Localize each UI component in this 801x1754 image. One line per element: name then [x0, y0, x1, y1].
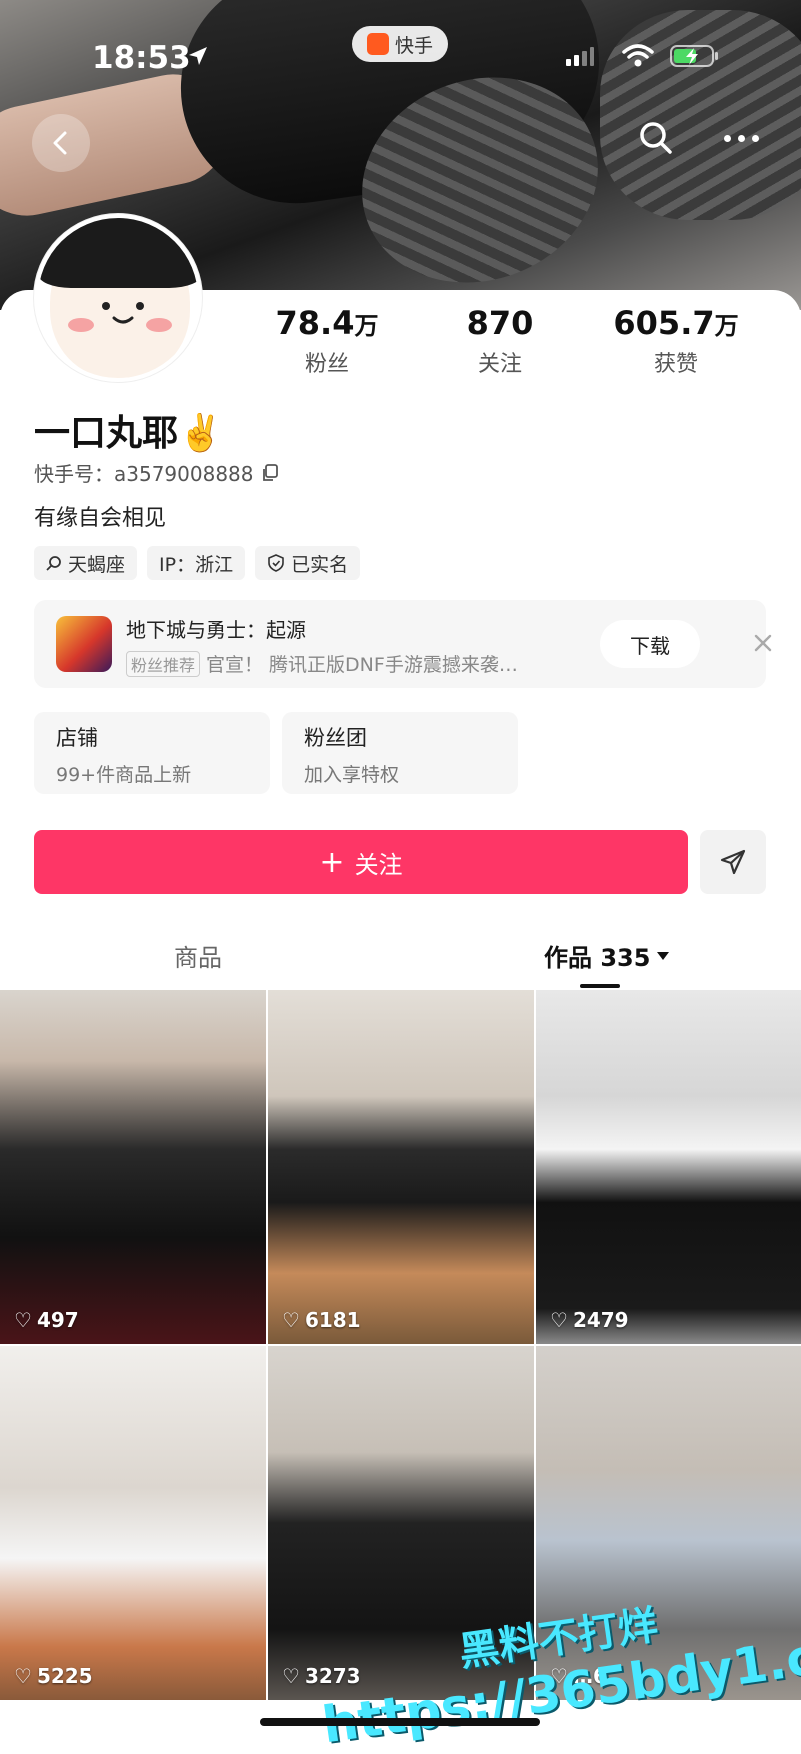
stat-following[interactable]: 870 关注	[440, 304, 560, 378]
plus-icon: +	[319, 844, 345, 880]
heart-icon: ♡	[282, 1664, 300, 1688]
tag-ip: IP：浙江	[147, 546, 246, 580]
signal-icon	[566, 47, 594, 66]
more-options-button[interactable]	[716, 118, 766, 158]
app-indicator[interactable]: 快手	[352, 26, 448, 62]
kuaishou-id[interactable]: 快手号：a3579008888	[34, 458, 280, 487]
kuaishou-logo-icon	[366, 33, 389, 55]
tag-verified: 已实名	[255, 546, 361, 580]
heart-icon: ♡	[550, 1308, 568, 1332]
video-tile[interactable]: ♡ 497	[0, 990, 266, 1344]
fan-club-card[interactable]: 粉丝团 加入享特权	[282, 712, 518, 794]
shop-card[interactable]: 店铺 99+件商品上新	[34, 712, 270, 794]
ad-badge: 粉丝推荐	[126, 650, 201, 677]
battery-charging-icon	[670, 45, 718, 67]
send-message-button[interactable]	[700, 830, 766, 894]
follow-button[interactable]: + 关注	[34, 830, 688, 894]
search-icon	[46, 556, 61, 571]
tab-indicator	[580, 984, 620, 988]
back-button[interactable]	[32, 114, 90, 172]
wifi-icon	[622, 44, 654, 67]
caret-down-icon	[657, 951, 670, 960]
chevron-left-icon	[53, 131, 67, 155]
heart-icon: ♡	[282, 1308, 300, 1332]
shield-check-icon	[268, 554, 284, 572]
paper-plane-icon	[720, 849, 746, 875]
stat-likes[interactable]: 605.7万 获赞	[596, 304, 756, 378]
video-tile[interactable]: ♡ 5225	[0, 1346, 266, 1700]
video-tile[interactable]: ♡ 6181	[268, 990, 534, 1344]
search-icon[interactable]	[636, 118, 676, 158]
stat-followers[interactable]: 78.4万 粉丝	[252, 304, 402, 378]
heart-icon: ♡	[14, 1664, 32, 1688]
copy-icon[interactable]	[260, 463, 280, 483]
game-app-icon	[56, 616, 112, 672]
kuaishou-id-text: 快手号：a3579008888	[34, 462, 254, 486]
profile-tags: 天蝎座 IP：浙江 已实名	[34, 546, 361, 580]
download-button[interactable]: 下载	[600, 620, 700, 668]
video-tile[interactable]: ♡ 2479	[536, 990, 801, 1344]
game-ad-banner[interactable]: 地下城与勇士：起源 粉丝推荐 官宣！ 腾讯正版DNF手游震撼来袭… 下载	[34, 600, 772, 688]
home-indicator	[260, 1718, 540, 1726]
ad-description: 粉丝推荐 官宣！ 腾讯正版DNF手游震撼来袭…	[126, 650, 518, 677]
heart-icon: ♡	[14, 1308, 32, 1332]
close-icon[interactable]	[748, 628, 778, 658]
app-name: 快手	[394, 34, 433, 57]
tab-goods[interactable]: 商品	[174, 938, 222, 973]
avatar[interactable]	[34, 214, 202, 382]
tag-zodiac: 天蝎座	[34, 546, 138, 580]
profile-bio: 有缘自会相见	[34, 506, 167, 531]
location-arrow-icon	[189, 47, 207, 65]
profile-nickname: 一口丸耶✌️	[34, 413, 223, 454]
tab-works[interactable]: 作品 335	[544, 938, 670, 973]
ad-title: 地下城与勇士：起源	[126, 618, 306, 642]
status-time: 18:53	[92, 40, 191, 76]
